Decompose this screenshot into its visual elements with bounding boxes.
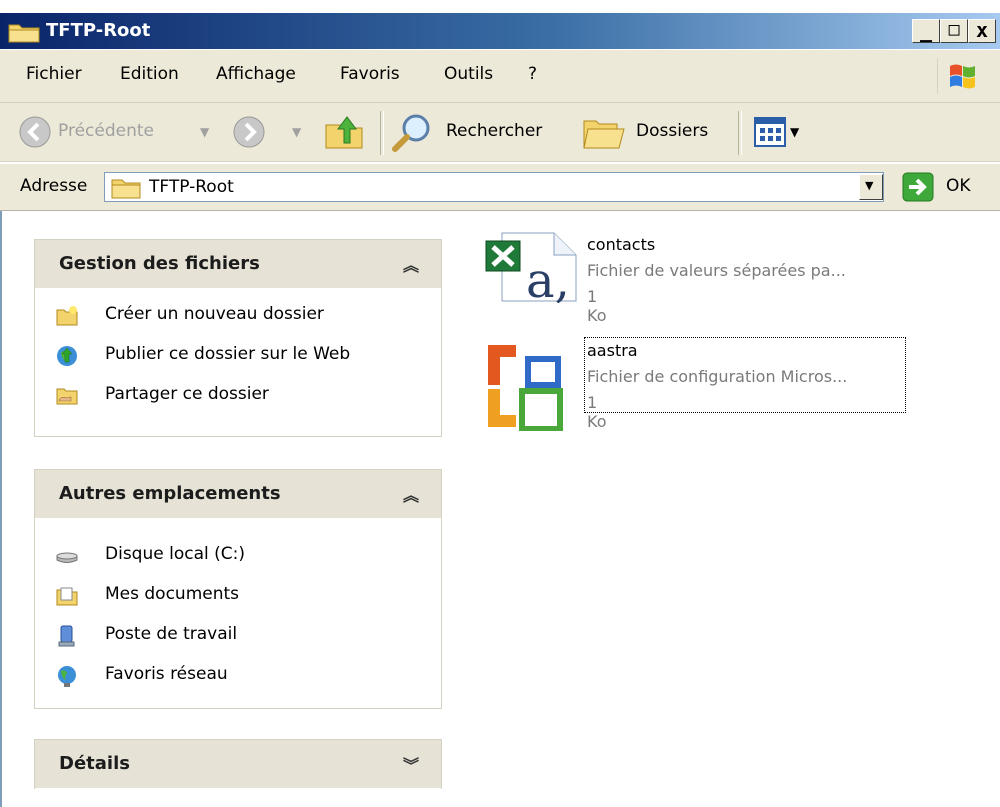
details-header[interactable]: Détails ︾	[35, 740, 441, 788]
content-area: Gestion des fichiers ︽ Créer un nouveau …	[0, 211, 1000, 807]
place-label: Favoris réseau	[105, 664, 228, 684]
menu-fichier[interactable]: Fichier	[26, 64, 82, 84]
file-name: aastra	[587, 341, 638, 360]
go-arrow-icon[interactable]	[902, 172, 934, 202]
collapse-chevron-icon[interactable]: ︽	[403, 482, 419, 506]
explorer-window: TFTP-Root _ □ x Fichier Edition Affichag…	[0, 0, 1000, 807]
panel-title: Gestion des fichiers	[59, 253, 260, 274]
place-my-computer[interactable]: Poste de travail	[35, 616, 441, 656]
toolbar: Précédente ▼ ▼ Rechercher Dossiers ▼	[0, 103, 1000, 162]
office-config-icon	[488, 345, 563, 431]
menu-favoris[interactable]: Favoris	[340, 64, 400, 84]
menu-outils[interactable]: Outils	[444, 64, 493, 84]
views-icon[interactable]	[754, 117, 786, 147]
address-dropdown-button[interactable]: ▼	[859, 174, 883, 200]
file-size: 1 Ko	[587, 393, 607, 431]
chevron-down-icon: ▼	[865, 179, 874, 192]
forward-dropdown-icon[interactable]: ▼	[292, 125, 301, 139]
place-local-disk[interactable]: Disque local (C:)	[35, 536, 441, 576]
up-folder-icon[interactable]	[324, 113, 364, 151]
file-type: Fichier de valeurs séparées pa...	[587, 261, 846, 280]
address-label: Adresse	[20, 176, 88, 196]
folder-icon	[8, 24, 40, 43]
back-dropdown-icon[interactable]: ▼	[200, 125, 209, 139]
menu-affichage[interactable]: Affichage	[216, 64, 296, 84]
task-label: Créer un nouveau dossier	[105, 304, 324, 324]
toolbar-separator	[738, 111, 742, 155]
place-label: Mes documents	[105, 584, 240, 604]
task-label: Publier ce dossier sur le Web	[105, 344, 351, 364]
folders-button[interactable]: Dossiers	[636, 121, 708, 141]
minimize-button[interactable]: _	[912, 19, 940, 43]
task-publish-web[interactable]: Publier ce dossier sur le Web	[35, 336, 441, 376]
collapse-chevron-icon[interactable]: ︽	[403, 252, 419, 276]
panel-title: Détails	[59, 753, 130, 774]
shared-folder-icon	[56, 388, 78, 405]
folders-icon[interactable]	[582, 115, 626, 151]
place-label: Poste de travail	[105, 624, 238, 644]
folder-icon	[111, 179, 141, 199]
address-value: TFTP-Root	[149, 177, 234, 197]
toolbar-separator	[380, 111, 384, 155]
file-name: contacts	[587, 235, 656, 254]
menu-bar: Fichier Edition Affichage Favoris Outils…	[0, 50, 1000, 103]
file-item[interactable]: a, contacts Fichier de valeurs séparées …	[482, 227, 922, 325]
window-title: TFTP-Root	[46, 20, 151, 41]
svg-text:a,: a,	[526, 253, 570, 303]
back-button[interactable]: Précédente	[58, 121, 154, 141]
hard-drive-icon	[56, 552, 78, 563]
title-bar[interactable]: TFTP-Root _ □ x	[0, 13, 1000, 49]
computer-icon	[58, 625, 75, 647]
windows-logo-icon	[937, 58, 975, 94]
panel-title: Autres emplacements	[59, 483, 281, 504]
other-places-header[interactable]: Autres emplacements ︽	[35, 470, 441, 518]
expand-chevron-icon[interactable]: ︾	[403, 752, 419, 776]
place-network[interactable]: Favoris réseau	[35, 656, 441, 696]
excel-csv-icon: a,	[485, 232, 577, 303]
file-tasks-panel: Gestion des fichiers ︽ Créer un nouveau …	[34, 239, 442, 437]
file-size: 1 Ko	[587, 287, 607, 325]
file-item[interactable]: aastra Fichier de configuration Micros..…	[482, 331, 922, 431]
other-places-panel: Autres emplacements ︽ Disque local (C:)	[34, 469, 442, 709]
file-type: Fichier de configuration Micros...	[587, 367, 848, 386]
go-button[interactable]: OK	[946, 176, 971, 196]
place-my-documents[interactable]: Mes documents	[35, 576, 441, 616]
task-label: Partager ce dossier	[105, 384, 269, 404]
documents-folder-icon	[56, 587, 78, 606]
close-button[interactable]: x	[968, 19, 996, 43]
place-label: Disque local (C:)	[105, 544, 245, 564]
views-dropdown-icon[interactable]: ▼	[790, 125, 799, 139]
file-tasks-header[interactable]: Gestion des fichiers ︽	[35, 240, 441, 288]
forward-arrow-icon[interactable]	[232, 115, 266, 149]
details-panel: Détails ︾	[34, 739, 442, 789]
address-input[interactable]: TFTP-Root ▼	[104, 172, 884, 202]
search-icon[interactable]	[390, 111, 434, 155]
search-button[interactable]: Rechercher	[446, 121, 542, 141]
back-arrow-icon[interactable]	[18, 115, 52, 149]
task-share-folder[interactable]: Partager ce dossier	[35, 376, 441, 416]
new-folder-icon	[56, 306, 78, 326]
menu-help[interactable]: ?	[528, 64, 537, 84]
globe-icon	[57, 346, 77, 366]
address-bar: Adresse TFTP-Root ▼ OK	[0, 164, 1000, 211]
task-new-folder[interactable]: Créer un nouveau dossier	[35, 296, 441, 336]
network-globe-icon	[58, 666, 76, 687]
maximize-button[interactable]: □	[940, 19, 968, 43]
menu-edition[interactable]: Edition	[120, 64, 179, 84]
